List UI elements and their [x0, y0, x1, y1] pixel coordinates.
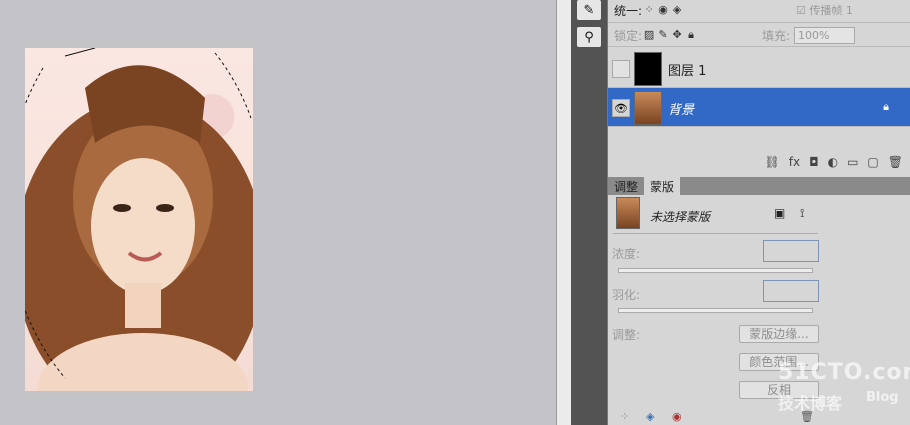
watermark-subtitle: 技术博客 [778, 394, 843, 413]
feather-slider[interactable] [618, 308, 813, 313]
density-slider[interactable] [618, 268, 813, 273]
fill-input[interactable]: 100% [794, 26, 855, 44]
brush-panel-icon[interactable]: ✎ [577, 0, 601, 20]
lock-icon: 🔒︎ [883, 100, 889, 113]
mask-edge-button[interactable]: 蒙版边缘... [739, 325, 819, 343]
load-selection-icon[interactable]: ⁘ [620, 410, 629, 423]
link-layers-icon[interactable]: ⛓ [765, 155, 780, 169]
visibility-toggle[interactable] [612, 60, 630, 78]
document-canvas[interactable] [0, 0, 556, 425]
tab-adjustments[interactable]: 调整 [608, 177, 644, 195]
collapsed-panel-strip: ✎ ⚲ [571, 0, 607, 425]
layer-name: 背景 [668, 103, 695, 118]
unify-position-icon[interactable]: ⁘ [642, 3, 656, 17]
unify-visibility-icon[interactable]: ◉ [656, 3, 670, 17]
watermark-logo: 51CTO.com [778, 360, 910, 385]
feather-input[interactable] [763, 280, 819, 302]
unify-label: 统一: [614, 3, 643, 18]
lock-all-icon[interactable]: 🔒︎ [684, 28, 698, 42]
new-layer-icon[interactable]: ▢ [867, 155, 878, 169]
layers-bottom-bar: ⛓ fx ◘ ◐ ▭ ▢ 🗑︎ [765, 155, 903, 169]
add-mask-icon[interactable]: ◘ [809, 155, 819, 169]
lock-position-icon[interactable]: ✥ [670, 28, 684, 42]
pixel-mask-icon[interactable]: ▣ [774, 206, 785, 220]
lock-image-icon[interactable]: ✎ [656, 28, 670, 42]
portrait-illustration [25, 48, 253, 391]
layer-row-background[interactable]: 👁︎ 背景 🔒︎ [608, 88, 910, 127]
feather-label: 羽化: [612, 288, 641, 302]
divider [608, 46, 910, 47]
lock-label: 锁定: [614, 28, 643, 43]
disable-mask-icon[interactable]: ◉ [672, 410, 682, 423]
clone-source-icon[interactable]: ⚲ [577, 27, 601, 47]
mask-thumbnail [616, 197, 640, 229]
unify-row: 统一: ⁘ ◉ ◈ ☑ 传播帧 1 [614, 2, 910, 18]
lock-transparent-icon[interactable]: ▨ [642, 28, 656, 42]
layer-thumbnail [634, 91, 662, 125]
unify-style-icon[interactable]: ◈ [670, 3, 684, 17]
adjustment-layer-icon[interactable]: ◐ [828, 155, 838, 169]
fill-label: 填充: [762, 28, 791, 43]
apply-mask-icon[interactable]: ◈ [646, 410, 654, 423]
photo-image[interactable] [25, 48, 253, 391]
layer-row-layer1[interactable]: 图层 1 [608, 49, 910, 88]
density-label: 浓度: [612, 247, 641, 261]
propagate-label: 传播帧 1 [809, 4, 853, 17]
new-group-icon[interactable]: ▭ [847, 155, 858, 169]
watermark-blog: Blog [866, 390, 899, 405]
panel-gutter [556, 0, 572, 425]
eye-icon[interactable]: 👁︎ [612, 99, 630, 117]
refine-label: 调整: [612, 328, 641, 342]
layer-name: 图层 1 [668, 64, 707, 79]
density-input[interactable] [763, 240, 819, 262]
delete-layer-icon[interactable]: 🗑︎ [888, 155, 903, 169]
fx-icon[interactable]: fx [789, 155, 800, 169]
divider [613, 233, 818, 234]
tab-masks[interactable]: 蒙版 [644, 177, 681, 195]
mask-tabs: 调整 蒙版 [608, 177, 910, 195]
layer-thumbnail [634, 52, 662, 86]
divider [608, 22, 910, 23]
lock-row: 锁定: ▨ ✎ ✥ 🔒︎ 填充: 100% [614, 26, 910, 44]
mask-title: 未选择蒙版 [650, 210, 711, 224]
vector-mask-icon[interactable]: ⟟ [800, 206, 804, 221]
propagate-checkbox[interactable]: ☑ 传播帧 1 [796, 2, 853, 18]
